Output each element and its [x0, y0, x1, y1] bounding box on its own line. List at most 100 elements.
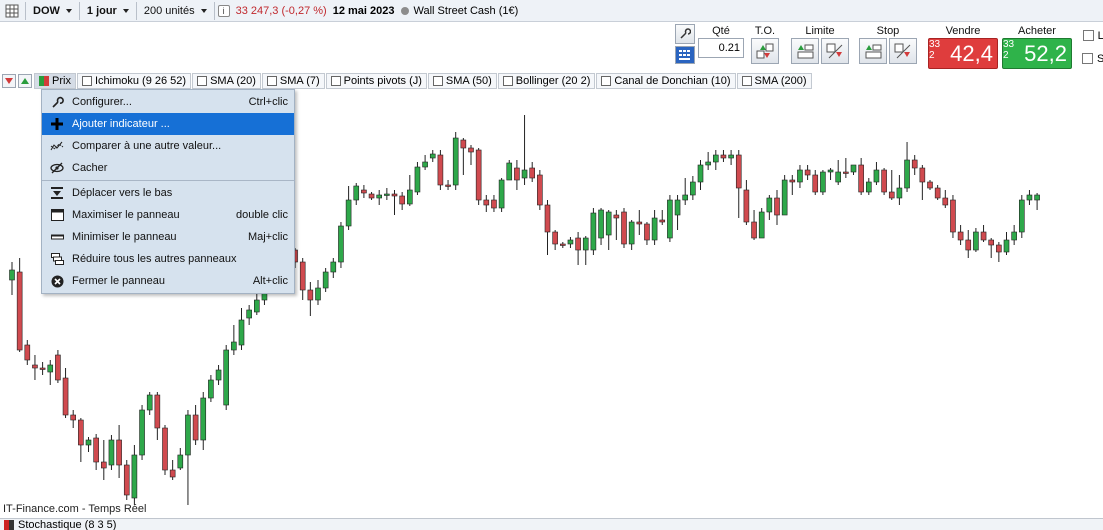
candle [537, 170, 543, 210]
candle [720, 150, 727, 162]
candle [47, 360, 54, 385]
sell-button[interactable]: 33 2 42,4 [928, 38, 998, 69]
candle [154, 392, 161, 440]
candle [429, 150, 436, 162]
tab-prix[interactable]: Prix [34, 73, 76, 89]
candle [1018, 195, 1025, 238]
candle [628, 220, 635, 250]
candle [888, 170, 895, 200]
arrow-down-icon[interactable] [2, 74, 16, 88]
tab-bollinger[interactable]: Bollinger (20 2) [497, 73, 596, 89]
units-dropdown[interactable]: 200 unités [140, 2, 211, 20]
menu-item-hide[interactable]: Cacher [42, 157, 294, 179]
stochastic-panel[interactable]: Stochastique (8 3 5) [0, 518, 1103, 530]
grid-icon[interactable] [2, 2, 22, 20]
candle [774, 190, 780, 225]
checkbox[interactable] [502, 76, 513, 86]
status-dot-icon [400, 6, 409, 15]
menu-item-reduce-others[interactable]: Réduire tous les autres panneaux [42, 248, 294, 270]
menu-item-move-down[interactable]: Déplacer vers le bas [42, 182, 294, 204]
candle [667, 195, 673, 242]
arrow-up-icon[interactable] [18, 74, 32, 88]
tab-sma200[interactable]: SMA (200) [736, 73, 812, 89]
limit-buy-button[interactable] [791, 38, 819, 64]
menu-item-compare[interactable]: Comparer à une autre valeur... [42, 135, 294, 157]
l-checkbox[interactable] [1082, 30, 1094, 41]
candle [758, 208, 765, 239]
checkbox[interactable] [330, 76, 341, 86]
indicator-tabs: Prix Ichimoku (9 26 52) SMA (20) SMA (7)… [2, 73, 813, 89]
candle [24, 340, 31, 365]
checkbox[interactable] [601, 76, 612, 86]
tab-sma50[interactable]: SMA (50) [427, 73, 497, 89]
candle [797, 165, 803, 188]
checkbox[interactable] [741, 76, 752, 86]
candle [712, 150, 719, 170]
menu-item-maximize[interactable]: Maximiser le panneau double clic [42, 204, 294, 226]
timeframe-dropdown[interactable]: 1 jour [83, 2, 133, 20]
candle [567, 237, 574, 248]
candle [927, 180, 933, 190]
quantity-input[interactable]: 0.21 [698, 38, 744, 58]
info-icon[interactable]: i [217, 4, 230, 17]
menu-item-close[interactable]: Fermer le panneau Alt+clic [42, 270, 294, 292]
candle [78, 418, 84, 462]
minimize-icon [50, 230, 64, 244]
stop-sell-button[interactable] [889, 38, 917, 64]
candle [873, 162, 880, 185]
candle [353, 183, 360, 205]
wrench-icon[interactable] [675, 24, 695, 44]
candle [55, 350, 61, 383]
candle [590, 208, 597, 255]
panel-flag-icon [4, 519, 14, 530]
menu-item-configure[interactable]: Configurer... Ctrl+clic [42, 91, 294, 113]
context-menu: Configurer... Ctrl+clic Ajouter indicateu… [41, 89, 295, 294]
candle [827, 168, 834, 180]
checkbox[interactable] [432, 76, 443, 86]
buy-button[interactable]: 33 2 52,2 [1002, 38, 1072, 69]
candle [1011, 225, 1017, 245]
candle [361, 185, 367, 198]
candle [621, 208, 627, 248]
candle [605, 210, 612, 250]
menu-item-add-indicator[interactable]: Ajouter indicateur ... [42, 113, 294, 135]
tab-pivots[interactable]: Points pivots (J) [325, 73, 427, 89]
stop-buy-button[interactable] [859, 38, 887, 64]
keypad-icon[interactable] [675, 46, 695, 64]
checkbox[interactable] [81, 76, 92, 86]
candle [781, 175, 788, 216]
candle [521, 115, 528, 185]
s-checkbox[interactable] [1082, 53, 1093, 64]
candle [406, 175, 413, 206]
candle [644, 222, 650, 245]
to-order-button[interactable] [751, 38, 779, 64]
checkbox[interactable] [197, 76, 208, 86]
candle [544, 200, 551, 255]
candle [414, 162, 421, 195]
candle [843, 158, 849, 178]
candle [1034, 193, 1040, 210]
menu-item-minimize[interactable]: Minimiser le panneau Maj+clic [42, 226, 294, 248]
eye-hidden-icon [50, 161, 64, 175]
tab-donchian[interactable]: Canal de Donchian (10) [596, 73, 736, 89]
tab-sma20[interactable]: SMA (20) [192, 73, 261, 89]
candle [705, 152, 711, 170]
candle [766, 195, 773, 220]
chevron-down-icon [122, 8, 129, 13]
candle [735, 150, 742, 218]
checkbox[interactable] [266, 76, 277, 86]
symbol-dropdown[interactable]: DOW [29, 2, 76, 20]
tab-ichimoku[interactable]: Ichimoku (9 26 52) [76, 73, 192, 89]
candle [384, 188, 390, 200]
candle [460, 138, 467, 175]
limit-sell-button[interactable] [821, 38, 849, 64]
candle [192, 405, 199, 445]
candle [996, 242, 1002, 262]
candle [330, 258, 337, 278]
candle [552, 230, 558, 250]
candle [881, 168, 887, 195]
wrench-icon [50, 95, 64, 109]
tab-sma7[interactable]: SMA (7) [261, 73, 325, 89]
candle [1003, 232, 1010, 255]
candle [101, 440, 107, 480]
